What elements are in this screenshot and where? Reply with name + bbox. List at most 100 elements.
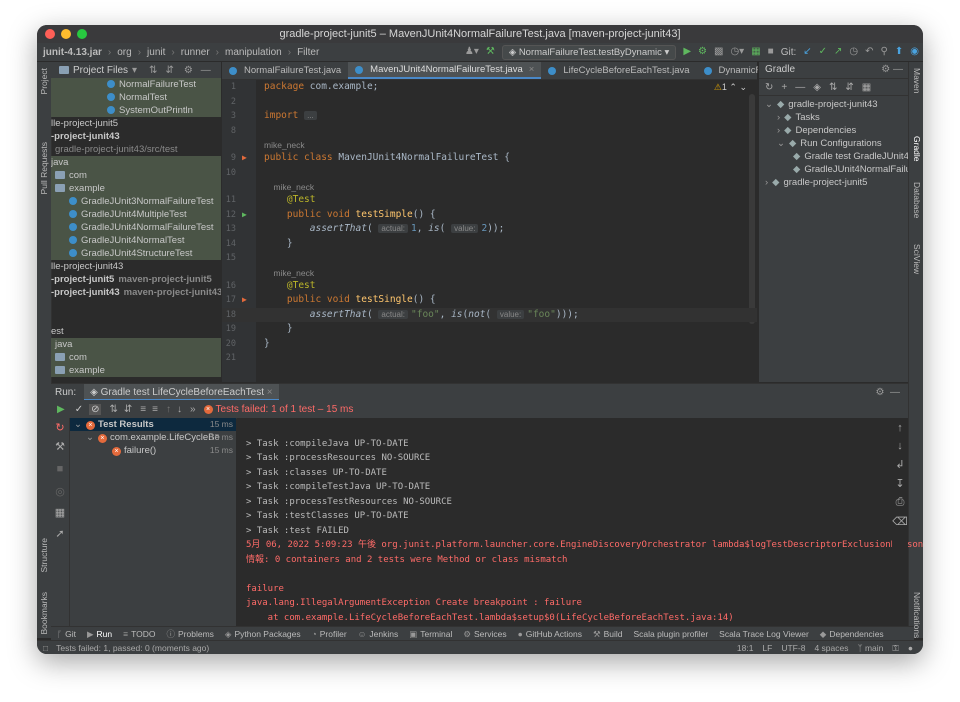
- chevron-down-icon[interactable]: ⌄: [74, 419, 82, 430]
- scroll-down-icon[interactable]: ↓: [892, 440, 908, 452]
- stop-icon[interactable]: ■: [51, 463, 69, 475]
- project-tree-item[interactable]: NormalFailureTest: [51, 78, 221, 91]
- database-tool-tab[interactable]: Database: [912, 182, 922, 218]
- expand-all-icon[interactable]: ⇅: [149, 65, 157, 76]
- layout-icon[interactable]: □: [43, 643, 48, 653]
- project-view-select[interactable]: Project Files: [73, 65, 128, 76]
- wrench-icon[interactable]: ⚒: [51, 440, 69, 453]
- breadcrumb-item[interactable]: runner: [181, 47, 210, 58]
- dependencies-icon[interactable]: ▦: [862, 82, 871, 93]
- gradle-tree-item[interactable]: ◆ Gradle test GradleJUnit4: [759, 150, 909, 163]
- line-separator[interactable]: LF: [762, 643, 772, 654]
- pin-icon[interactable]: ➚: [51, 527, 69, 540]
- soft-wrap-icon[interactable]: ↲: [892, 458, 908, 471]
- code-line[interactable]: 12 public void testSimple() {▶: [222, 208, 757, 222]
- tool-window-tab[interactable]: ⓘ Problems: [167, 628, 214, 640]
- tool-window-tab[interactable]: ● GitHub Actions: [518, 629, 582, 639]
- run-icon[interactable]: ▶: [683, 47, 691, 57]
- project-tree-item[interactable]: NormalTest: [51, 91, 221, 104]
- project-tool-tab[interactable]: Project: [39, 68, 49, 94]
- project-tree-item[interactable]: est: [51, 325, 221, 338]
- profile-icon[interactable]: ◷▾: [730, 47, 744, 57]
- sort-alpha-icon[interactable]: ⇅: [109, 404, 117, 415]
- gradle-tree-item[interactable]: › ◆ gradle-project-junit5: [759, 176, 909, 189]
- git-branch[interactable]: ᛉ main: [857, 643, 883, 654]
- run-test-icon[interactable]: ▶: [242, 208, 247, 222]
- project-tree-item[interactable]: lle-project-junit5: [51, 117, 221, 130]
- project-tree-item[interactable]: GradleJUnit4StructureTest: [51, 247, 221, 260]
- code-line[interactable]: mike_neck: [222, 266, 757, 279]
- memory-indicator-icon[interactable]: ●: [908, 643, 913, 654]
- run-test-icon[interactable]: ▶: [242, 151, 247, 165]
- caret-position[interactable]: 18:1: [737, 643, 754, 654]
- user-icon[interactable]: ♟▾: [465, 47, 479, 57]
- code-line[interactable]: 20}: [222, 337, 757, 351]
- gradle-tree-item[interactable]: ◆ GradleJUnit4NormalFailu: [759, 163, 911, 176]
- code-line[interactable]: 17 public void testSingle() {▶: [222, 293, 757, 307]
- tool-window-tab[interactable]: ◔ Profiler: [312, 629, 347, 639]
- breadcrumb-item[interactable]: manipulation: [225, 47, 282, 58]
- project-tree-item[interactable]: java: [51, 156, 221, 169]
- code-line[interactable]: mike_neck: [222, 180, 757, 193]
- code-line[interactable]: 13 assertThat( actual: 1, is( value: 2));: [222, 222, 757, 236]
- chevron-down-icon[interactable]: ▾: [132, 65, 137, 76]
- test-result-item[interactable]: ⌄ × Test Results 15 ms: [70, 418, 236, 431]
- code-line[interactable]: 21: [222, 351, 757, 365]
- file-encoding[interactable]: UTF-8: [781, 643, 805, 654]
- more-icon[interactable]: »: [190, 404, 196, 415]
- layout-icon[interactable]: ▦: [51, 506, 69, 519]
- sciview-tool-tab[interactable]: SciView: [912, 244, 922, 274]
- project-tree-item[interactable]: GradleJUnit4NormalTest: [51, 234, 221, 247]
- expand-all-icon[interactable]: ≡: [140, 404, 146, 415]
- tool-window-tab[interactable]: ⚙ Services: [463, 629, 506, 640]
- chevron-right-icon[interactable]: ›: [777, 125, 780, 136]
- previous-failure-icon[interactable]: ↑: [166, 404, 171, 415]
- print-icon[interactable]: ⎙: [892, 496, 908, 509]
- sort-duration-icon[interactable]: ⇵: [124, 404, 132, 415]
- editor-tab[interactable]: MavenJUnit4NormalFailureTest.java ×: [348, 62, 542, 79]
- run-configuration-select[interactable]: ◈ NormalFailureTest.testByDynamic ▾: [501, 44, 677, 60]
- tool-window-tab[interactable]: ☺ Jenkins: [358, 629, 399, 639]
- close-icon[interactable]: ×: [267, 387, 273, 398]
- project-tree-item[interactable]: -project-junit43 maven-project-junit43: [51, 286, 221, 299]
- rerun-failed-icon[interactable]: ↻: [51, 421, 69, 434]
- run-test-icon[interactable]: ▶: [242, 293, 247, 307]
- scroll-to-end-icon[interactable]: ↧: [892, 477, 908, 490]
- code-line[interactable]: mike_neck: [222, 138, 757, 151]
- tool-window-tab[interactable]: ≡ TODO: [123, 629, 155, 639]
- code-line[interactable]: 3 import ...: [222, 109, 757, 123]
- code-line[interactable]: 15: [222, 251, 757, 265]
- bookmarks-tool-tab[interactable]: Bookmarks: [39, 592, 49, 635]
- pull-requests-tool-tab[interactable]: Pull Requests: [39, 142, 49, 194]
- project-tree-item[interactable]: lle-project-junit43: [51, 260, 221, 273]
- run-console[interactable]: > Task :compileJava UP-TO-DATE > Task :pr…: [237, 418, 923, 626]
- collapse-all-icon[interactable]: ⇵: [845, 82, 853, 93]
- stop-icon[interactable]: ■: [768, 47, 774, 57]
- git-commit-icon[interactable]: ✓: [819, 47, 827, 57]
- git-history-icon[interactable]: ◷: [849, 47, 858, 57]
- rerun-icon[interactable]: ▶: [57, 404, 65, 415]
- attach-debugger-icon[interactable]: ▦: [751, 47, 760, 57]
- tool-window-tab[interactable]: ᚵ Git: [57, 629, 76, 639]
- remove-icon[interactable]: —: [795, 82, 805, 93]
- code-line[interactable]: 8: [222, 124, 757, 138]
- run-tab[interactable]: ◈ Gradle test LifeCycleBeforeEachTest ×: [84, 384, 279, 401]
- code-line[interactable]: 16 @Test: [222, 279, 757, 293]
- test-result-item[interactable]: × failure() 15 ms: [70, 444, 236, 457]
- code-line[interactable]: 18 assertThat( actual: "foo", is(not( val…: [222, 307, 757, 322]
- indent-setting[interactable]: 4 spaces: [814, 643, 848, 654]
- tool-window-tab[interactable]: Scala plugin profiler: [634, 629, 709, 639]
- code-line[interactable]: 2: [222, 95, 757, 109]
- lock-icon[interactable]: ⚿: [892, 643, 898, 654]
- chevron-down-icon[interactable]: ⌄: [86, 432, 94, 443]
- expand-all-icon[interactable]: ⇅: [829, 82, 837, 93]
- reload-icon[interactable]: ↻: [765, 82, 773, 93]
- show-ignored-icon[interactable]: ⊘: [89, 403, 102, 415]
- tool-window-tab[interactable]: ⚒ Build: [593, 629, 623, 640]
- gear-icon[interactable]: ⚙: [184, 65, 193, 76]
- next-failure-icon[interactable]: ↓: [177, 404, 182, 415]
- tool-window-tab[interactable]: Scala Trace Log Viewer: [719, 629, 809, 639]
- code-line[interactable]: 1 package com.example;: [222, 80, 757, 94]
- status-message[interactable]: Tests failed: 1, passed: 0 (moments ago): [56, 643, 209, 653]
- test-result-item[interactable]: ⌄ × com.example.LifeCycleBe 15 ms: [70, 431, 236, 444]
